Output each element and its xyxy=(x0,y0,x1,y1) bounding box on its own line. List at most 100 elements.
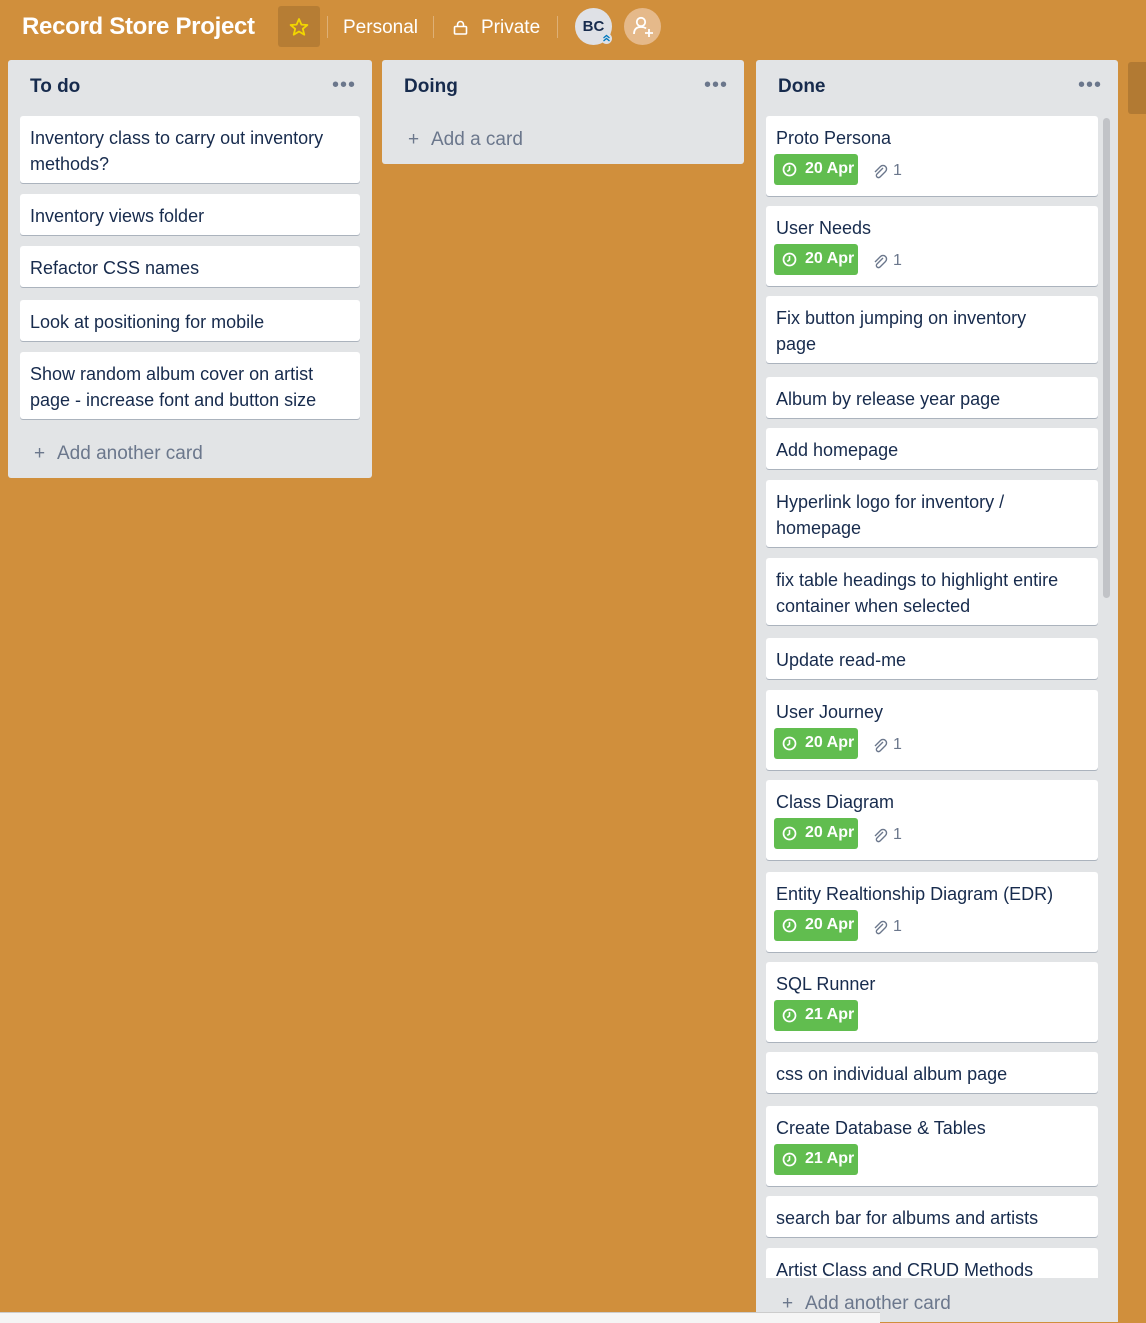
card-title: Update read-me xyxy=(776,650,907,670)
paperclip-icon xyxy=(874,254,888,269)
card-title-line: methods? xyxy=(30,154,110,174)
due-date-badge[interactable]: 20 Apr xyxy=(774,154,858,185)
header-divider xyxy=(557,16,558,38)
add-list-edge[interactable] xyxy=(1128,62,1146,114)
card-title: Fix button jumping on inventory page xyxy=(776,305,1026,357)
attachment-count: 1 xyxy=(893,826,902,843)
card[interactable]: Inventory views folder xyxy=(20,194,360,235)
due-date-badge[interactable]: 20 Apr xyxy=(774,910,858,941)
card-title: SQL Runner xyxy=(776,974,876,994)
due-date-label: 20 Apr xyxy=(805,160,855,177)
card-title-line: Inventory class to carry out inventory xyxy=(30,128,324,148)
attachment-badge: 1 xyxy=(872,162,912,182)
card-title: css on individual album page xyxy=(776,1064,1008,1084)
card[interactable]: Entity Realtionship Diagram (EDR) 20 Apr… xyxy=(766,872,1098,952)
card[interactable]: User Needs 20 Apr 1 xyxy=(766,206,1098,286)
due-date-badge[interactable]: 21 Apr xyxy=(774,1000,858,1031)
card-title-line: container when selected xyxy=(776,596,971,616)
card[interactable]: search bar for albums and artists xyxy=(766,1196,1098,1237)
card-title: Refactor CSS names xyxy=(30,258,200,278)
card-title-line: page - increase font and button size xyxy=(30,390,317,410)
due-date-label: 20 Apr xyxy=(805,916,855,933)
paperclip-icon xyxy=(874,738,888,753)
card-title-line: homepage xyxy=(776,518,862,538)
card[interactable]: Fix button jumping on inventory page xyxy=(766,296,1098,363)
list-menu-icon[interactable]: ••• xyxy=(1078,74,1102,97)
attachment-badge: 1 xyxy=(872,826,912,846)
card[interactable]: Artist Class and CRUD Methods xyxy=(766,1248,1098,1278)
list-to-do: To do ••• Inventory class to carry out i… xyxy=(8,60,372,478)
team-button[interactable]: Personal xyxy=(343,17,418,39)
card[interactable]: User Journey 20 Apr 1 xyxy=(766,690,1098,770)
card[interactable]: Refactor CSS names xyxy=(20,246,360,287)
attachment-count: 1 xyxy=(893,252,902,269)
list-menu-icon[interactable]: ••• xyxy=(332,74,356,97)
lock-icon xyxy=(453,20,468,35)
card[interactable]: fix table headings to highlight entire c… xyxy=(766,558,1098,625)
board-title[interactable]: Record Store Project xyxy=(22,13,255,41)
card-title-line: page xyxy=(776,334,817,354)
clock-icon xyxy=(782,252,797,267)
card[interactable]: Proto Persona 20 Apr 1 xyxy=(766,116,1098,196)
attachment-badge: 1 xyxy=(872,736,912,756)
card-title: Show random album cover on artist page -… xyxy=(30,361,316,413)
card[interactable]: SQL Runner 21 Apr xyxy=(766,962,1098,1042)
card-title-line: Fix button jumping on inventory xyxy=(776,308,1027,328)
attachment-badge: 1 xyxy=(872,918,912,938)
due-date-label: 20 Apr xyxy=(805,824,855,841)
list-title[interactable]: Doing xyxy=(404,76,458,98)
card-title: User Needs xyxy=(776,218,872,238)
card-title: Album by release year page xyxy=(776,389,1001,409)
card[interactable]: Album by release year page xyxy=(766,377,1098,418)
add-member-icon xyxy=(633,16,653,37)
paperclip-icon xyxy=(874,828,888,843)
clock-icon xyxy=(782,736,797,751)
clock-icon xyxy=(782,162,797,177)
list-title[interactable]: Done xyxy=(778,76,826,98)
card-title: search bar for albums and artists xyxy=(776,1208,1039,1228)
card-title: Inventory views folder xyxy=(30,206,205,226)
card[interactable]: css on individual album page xyxy=(766,1052,1098,1093)
card[interactable]: Add homepage xyxy=(766,428,1098,469)
card-title: Class Diagram xyxy=(776,792,895,812)
card[interactable]: Look at positioning for mobile xyxy=(20,300,360,341)
list-menu-icon[interactable]: ••• xyxy=(704,74,728,97)
card[interactable]: Class Diagram 20 Apr 1 xyxy=(766,780,1098,860)
card-title: Artist Class and CRUD Methods xyxy=(776,1260,1034,1278)
visibility-button[interactable]: Private xyxy=(481,17,540,39)
due-date-badge[interactable]: 20 Apr xyxy=(774,728,858,759)
star-icon xyxy=(289,18,309,36)
clock-icon xyxy=(782,918,797,933)
card-title-line: Hyperlink logo for inventory / xyxy=(776,492,1005,512)
star-board-button[interactable] xyxy=(278,6,320,47)
attachment-count: 1 xyxy=(893,162,902,179)
card-title-line: fix table headings to highlight entire xyxy=(776,570,1059,590)
card-title: Entity Realtionship Diagram (EDR) xyxy=(776,884,1054,904)
admin-chevron-icon xyxy=(601,33,612,44)
attachment-count: 1 xyxy=(893,736,902,753)
browser-status-bar xyxy=(0,1312,880,1323)
header-divider xyxy=(433,16,434,38)
card-title: User Journey xyxy=(776,702,884,722)
due-date-label: 20 Apr xyxy=(805,250,855,267)
card[interactable]: Inventory class to carry out inventory m… xyxy=(20,116,360,183)
paperclip-icon xyxy=(874,164,888,179)
add-card-label: Add a card xyxy=(431,129,523,150)
header-divider xyxy=(327,16,328,38)
card-title: Create Database & Tables xyxy=(776,1118,986,1138)
plus-icon: + xyxy=(408,129,420,150)
card[interactable]: Show random album cover on artist page -… xyxy=(20,352,360,419)
card[interactable]: Update read-me xyxy=(766,638,1098,679)
invite-member-button[interactable] xyxy=(624,8,661,45)
due-date-badge[interactable]: 20 Apr xyxy=(774,244,858,275)
cards-scroll-area[interactable]: Proto Persona 20 Apr 1 User Needs 20 Apr… xyxy=(756,112,1118,1278)
card[interactable]: Hyperlink logo for inventory / homepage xyxy=(766,480,1098,547)
card[interactable]: Create Database & Tables 21 Apr xyxy=(766,1106,1098,1186)
attachment-badge: 1 xyxy=(872,252,912,272)
list-title[interactable]: To do xyxy=(30,76,80,98)
due-date-badge[interactable]: 21 Apr xyxy=(774,1144,858,1175)
board-header: Record Store Project Personal Private BC xyxy=(0,0,1146,56)
list-scrollbar[interactable] xyxy=(1103,118,1110,598)
due-date-badge[interactable]: 20 Apr xyxy=(774,818,858,849)
list-doing: Doing ••• + Add a card xyxy=(382,60,744,164)
